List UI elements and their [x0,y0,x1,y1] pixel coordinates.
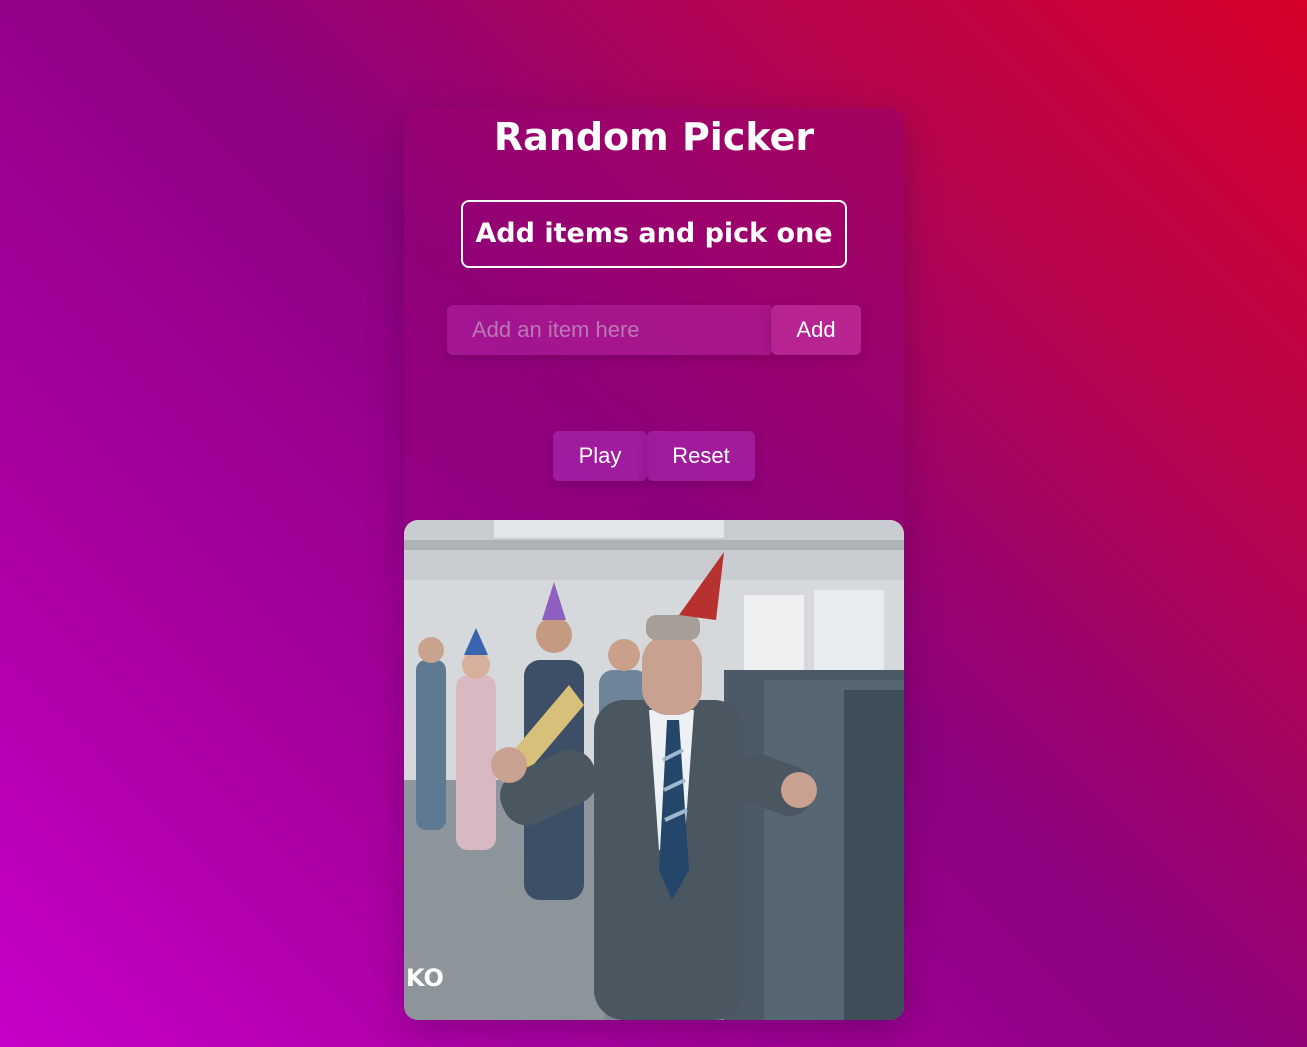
play-button[interactable]: Play [553,431,647,481]
subtitle-box: Add items and pick one [461,200,847,268]
add-button[interactable]: Add [771,305,861,355]
reset-button[interactable]: Reset [647,431,755,481]
gif-watermark: KO [406,964,444,992]
picker-card: Random Picker Add items and pick one Add… [404,108,904,1020]
item-input[interactable] [447,305,771,355]
celebration-gif: KO [404,520,904,1020]
page-title: Random Picker [493,115,815,159]
